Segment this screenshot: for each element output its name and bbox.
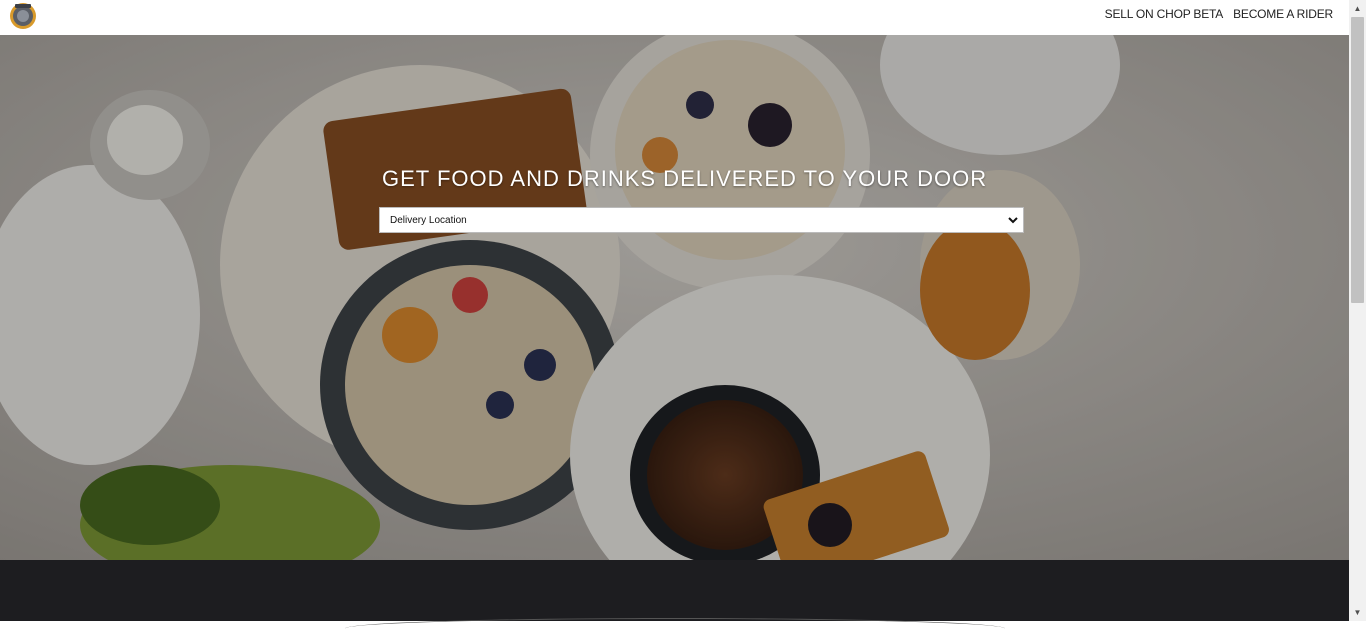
- page-scrollbar[interactable]: ▲ ▼: [1349, 0, 1366, 621]
- section-divider: [345, 618, 1005, 639]
- sell-on-chop-link[interactable]: SELL ON CHOP BETA: [1105, 7, 1224, 21]
- hero-overlay: [0, 35, 1349, 560]
- hero-banner: [0, 35, 1349, 560]
- top-nav-links: SELL ON CHOP BETA BECOME A RIDER: [1105, 7, 1334, 21]
- top-navbar: SELL ON CHOP BETA BECOME A RIDER: [0, 0, 1349, 35]
- scroll-down-arrow[interactable]: ▼: [1349, 604, 1366, 621]
- scroll-thumb[interactable]: [1351, 17, 1364, 303]
- chevron-down-icon: [1008, 217, 1018, 224]
- delivery-location-select[interactable]: Delivery Location: [379, 207, 1024, 233]
- dark-section: [0, 560, 1349, 621]
- scroll-up-arrow[interactable]: ▲: [1349, 0, 1366, 17]
- become-a-rider-link[interactable]: BECOME A RIDER: [1233, 7, 1333, 21]
- chop-logo[interactable]: [9, 2, 37, 30]
- delivery-location-value: Delivery Location: [390, 215, 467, 226]
- hero-headline: GET FOOD AND DRINKS DELIVERED TO YOUR DO…: [382, 166, 988, 191]
